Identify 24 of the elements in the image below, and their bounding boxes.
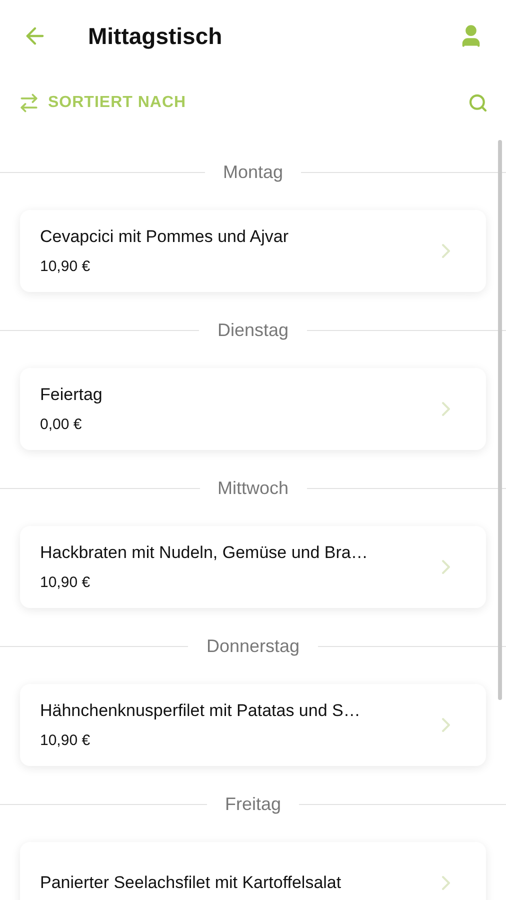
day-heading: Freitag	[224, 792, 282, 816]
day-heading: Montag	[222, 160, 284, 184]
swap-arrows-icon	[18, 92, 40, 114]
day-heading: Dienstag	[216, 318, 290, 342]
dish-name: Cevapcici mit Pommes und Ajvar	[40, 226, 290, 248]
dish-name: Hackbraten mit Nudeln, Gemüse und Bra…	[40, 542, 369, 564]
dish-card[interactable]: Cevapcici mit Pommes und Ajvar 10,90 €	[20, 210, 486, 292]
search-icon	[468, 93, 488, 113]
scrollbar[interactable]	[498, 140, 502, 700]
dish-name: Panierter Seelachsfilet mit Kartoffelsalat	[40, 872, 342, 894]
dish-price: 10,90 €	[40, 572, 92, 592]
dish-card[interactable]: Hackbraten mit Nudeln, Gemüse und Bra… 10,90 €	[20, 526, 486, 608]
search-button[interactable]	[468, 93, 488, 113]
dish-card[interactable]: Feiertag 0,00 €	[20, 368, 486, 450]
dish-price: 0,00 €	[40, 414, 83, 434]
page-title: Mittagstisch	[88, 22, 222, 51]
day-heading: Donnerstag	[205, 634, 301, 658]
dish-price: 10,90 €	[40, 256, 92, 276]
dish-card[interactable]: Hähnchenknusperfilet mit Patatas und S… 10,90 €	[20, 684, 486, 766]
dish-name: Hähnchenknusperfilet mit Patatas und S…	[40, 700, 362, 722]
day-heading: Mittwoch	[216, 476, 290, 500]
dish-name: Feiertag	[40, 384, 104, 406]
dish-price: 10,90 €	[40, 730, 92, 750]
dish-card[interactable]: Panierter Seelachsfilet mit Kartoffelsalat	[20, 842, 486, 900]
